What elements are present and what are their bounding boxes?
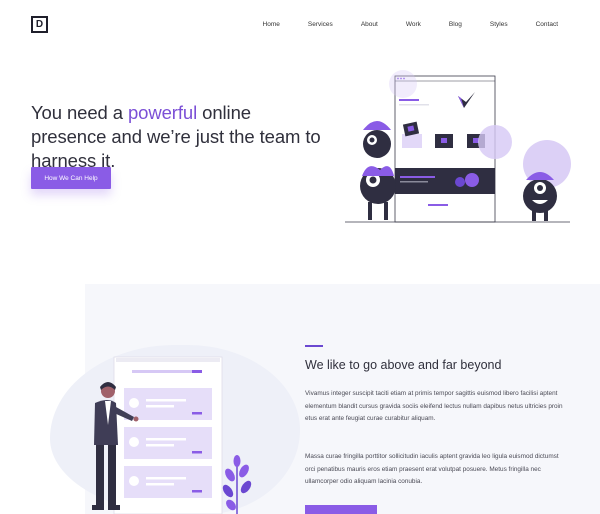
feature-title: We like to go above and far beyond <box>305 358 502 372</box>
how-we-can-help-button[interactable]: How We Can Help <box>31 167 111 189</box>
logo-letter: D <box>35 19 44 30</box>
section-accent-rule <box>305 345 323 347</box>
hero-headline: You need a powerful online presence and … <box>31 101 331 173</box>
main-nav: Home Services About Work Blog Styles Con… <box>235 21 558 28</box>
nav-work[interactable]: Work <box>406 21 421 28</box>
feature-paragraph-1: Vivamus integer suscipit taciti etiam at… <box>305 390 563 423</box>
nav-services[interactable]: Services <box>308 21 333 28</box>
nav-contact[interactable]: Contact <box>536 21 558 28</box>
nav-about[interactable]: About <box>361 21 378 28</box>
nav-home[interactable]: Home <box>263 21 280 28</box>
presenter-illustration <box>92 356 252 514</box>
headline-text-start: You need a <box>31 102 128 123</box>
feature-paragraph-2: Massa curae fringilla porttitor sollicit… <box>305 453 559 486</box>
logo[interactable]: D <box>31 16 48 33</box>
headline-accent-word: powerful <box>127 102 198 123</box>
nav-blog[interactable]: Blog <box>449 21 462 28</box>
hero-monsters-illustration <box>345 70 571 223</box>
page: { "logo": {"letter": "D"}, "nav": {"item… <box>0 0 600 514</box>
feature-button[interactable] <box>305 505 377 514</box>
nav-styles[interactable]: Styles <box>490 21 508 28</box>
